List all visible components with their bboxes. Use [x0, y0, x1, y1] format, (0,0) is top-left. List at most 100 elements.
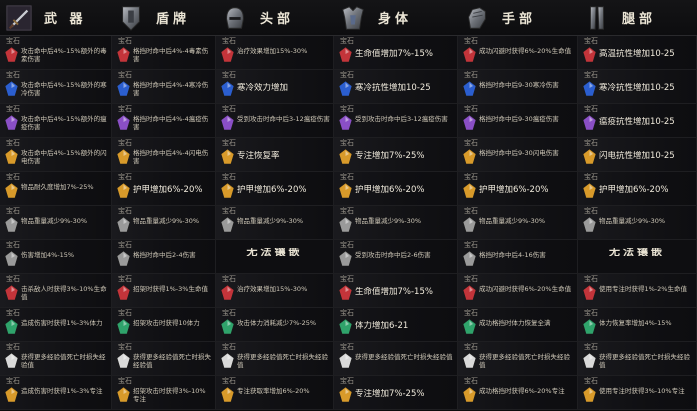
gem-white-icon: [463, 353, 476, 368]
gem-effect-text: 攻击命中后4%-15%额外的毒素伤害: [21, 47, 107, 63]
gem-effect-text: 护甲增加6%-20%: [599, 185, 669, 195]
gem-label: 宝石: [6, 309, 20, 317]
gem-effect-text: 攻击命中后4%-15%额外的闪电伤害: [21, 149, 107, 165]
gem-white-icon: [583, 353, 596, 368]
gem-label: 宝石: [584, 71, 598, 79]
gem-effect-cell: 宝石 招架攻击时获得3%-10%专注: [112, 376, 216, 410]
gem-effect-cell: 宝石 攻击命中后4%-15%额外的闪电伤害: [0, 138, 112, 172]
gem-effect-text: 成功闪避时获得6%-20%生命值: [479, 47, 572, 55]
gem-effect-text: 伤害增加4%-15%: [21, 251, 75, 259]
gem-label: 宝石: [6, 241, 20, 249]
gem-effect-cell: 宝石 受到攻击时命中后2-6伤害: [334, 240, 458, 274]
gem-effect-cell: 宝石 伤害增加4%-15%: [0, 240, 112, 274]
column-title: 身体: [378, 12, 413, 27]
gem-yellow-icon: [5, 149, 18, 164]
gem-effect-cell: 宝石 瘟疫抗性增加10-25: [578, 104, 697, 138]
gem-grey-icon: [221, 217, 234, 232]
gem-label: 宝石: [6, 275, 20, 283]
gem-label: 宝石: [340, 377, 354, 385]
gem-label: 宝石: [118, 207, 132, 215]
gem-label: 宝石: [222, 37, 236, 45]
gem-effect-cell: 宝石 格挡时命中后4-16伤害: [458, 240, 578, 274]
gem-effect-text: 专注增加7%-25%: [355, 389, 425, 399]
gem-effect-cell: 宝石 物品重量减少9%-30%: [216, 206, 334, 240]
gem-label: 宝石: [118, 275, 132, 283]
gem-effect-cell: 宝石 格挡时命中后4%-4寒冷伤害: [112, 70, 216, 104]
gem-label: 宝石: [464, 71, 478, 79]
gem-effect-cell: 宝石 寒冷抗性增加10-25: [578, 70, 697, 104]
chestplate-icon: [338, 3, 368, 33]
gem-effect-text: 格挡时命中后9-30寒冷伤害: [479, 81, 559, 89]
gem-label: 宝石: [222, 275, 236, 283]
gem-effect-text: 体力恢复率增加4%-15%: [599, 319, 672, 327]
column-header: 腿部: [578, 0, 697, 36]
gem-effect-cell: 宝石 攻击命中后4%-15%额外的毒素伤害: [0, 36, 112, 70]
gem-label: 宝石: [118, 139, 132, 147]
gem-effect-text: 物品重量减少9%-30%: [237, 217, 304, 225]
gem-label: 宝石: [584, 37, 598, 45]
gem-red-icon: [221, 47, 234, 62]
gem-label: 宝石: [584, 343, 598, 351]
gem-effect-cell: 宝石 体力恢复率增加4%-15%: [578, 308, 697, 342]
gem-white-icon: [221, 353, 234, 368]
gem-effect-text: 物品重量减少9%-30%: [355, 217, 422, 225]
gem-red-icon: [583, 47, 596, 62]
gem-effect-cell: 宝石 格挡时命中后4%-4毒素伤害: [112, 36, 216, 70]
gem-label: 宝石: [118, 173, 132, 181]
gem-effect-cell: 宝石 成功格挡时获得6%-20%专注: [458, 376, 578, 410]
gem-effect-cell: 宝石 使用专注时获得1%-2%生命值: [578, 274, 697, 308]
gem-blue-icon: [5, 81, 18, 96]
gem-effect-text: 专注增加7%-25%: [355, 151, 425, 161]
gem-label: 宝石: [340, 207, 354, 215]
gem-effect-text: 专注恢复率: [237, 151, 280, 161]
gem-label: 宝石: [584, 105, 598, 113]
gem-label: 宝石: [6, 343, 20, 351]
gem-label: 宝石: [340, 309, 354, 317]
gem-effect-cell: 宝石 物品重量减少9%-30%: [334, 206, 458, 240]
gem-effect-text: 生命值增加7%-15%: [355, 287, 433, 297]
gem-label: 宝石: [6, 105, 20, 113]
gem-effect-cell: 宝石 专注增加7%-25%: [334, 138, 458, 172]
gem-red-icon: [5, 47, 18, 62]
gem-purple-icon: [463, 115, 476, 130]
column-header: 手部: [458, 0, 578, 36]
gem-label: 宝石: [340, 37, 354, 45]
gem-effect-text: 格挡时命中后4%-4毒素伤害: [133, 47, 209, 63]
gem-white-icon: [117, 353, 130, 368]
gem-yellow-icon: [117, 183, 130, 198]
gem-grey-icon: [583, 217, 596, 232]
column-title: 盾牌: [156, 12, 191, 27]
gem-blue-icon: [463, 81, 476, 96]
gem-effect-text: 护甲增加6%-20%: [133, 185, 203, 195]
gem-effect-text: 获得更多经验值死亡时损失经验值: [599, 353, 690, 369]
gem-grey-icon: [117, 217, 130, 232]
helmet-icon: [220, 3, 250, 33]
gem-effect-cell: 宝石 获得更多经验值死亡时损失经验值: [578, 342, 697, 376]
gem-effect-cell: 宝石 招架攻击时获得10体力: [112, 308, 216, 342]
gem-label: 宝石: [340, 71, 354, 79]
gem-effect-text: 获得更多经验值死亡时损失经验值: [237, 353, 328, 369]
gem-label: 宝石: [222, 139, 236, 147]
gem-yellow-icon: [5, 183, 18, 198]
gem-label: 宝石: [584, 173, 598, 181]
gem-effect-cell: 宝石 护甲增加6%-20%: [458, 172, 578, 206]
gem-label: 宝石: [6, 71, 20, 79]
gem-effect-text: 生命值增加7%-15%: [355, 49, 433, 59]
gem-effect-cell: 宝石 专注增加7%-25%: [334, 376, 458, 410]
column-title: 武 器: [44, 12, 87, 27]
gem-effect-cell: 宝石 获得更多经验值死亡时损失经验值: [334, 342, 458, 376]
gem-effect-cell: 宝石 攻击命中后4%-15%额外的瘟疫伤害: [0, 104, 112, 138]
gem-label: 宝石: [464, 139, 478, 147]
gem-red-icon: [339, 47, 352, 62]
gem-effect-text: 高温抗性增加10-25: [599, 49, 675, 59]
gem-blue-icon: [583, 81, 596, 96]
gem-red-icon: [463, 47, 476, 62]
sword-icon: [4, 3, 34, 33]
gem-effect-cell: 宝石 体力增加6-21: [334, 308, 458, 342]
column-title: 手部: [502, 12, 537, 27]
gem-effect-text: 护甲增加6%-20%: [355, 185, 425, 195]
gem-label: 宝石: [584, 377, 598, 385]
gem-effect-text: 攻击命中后4%-15%额外的瘟疫伤害: [21, 115, 107, 131]
gem-label: 宝石: [464, 241, 478, 249]
gem-yellow-icon: [117, 387, 130, 402]
